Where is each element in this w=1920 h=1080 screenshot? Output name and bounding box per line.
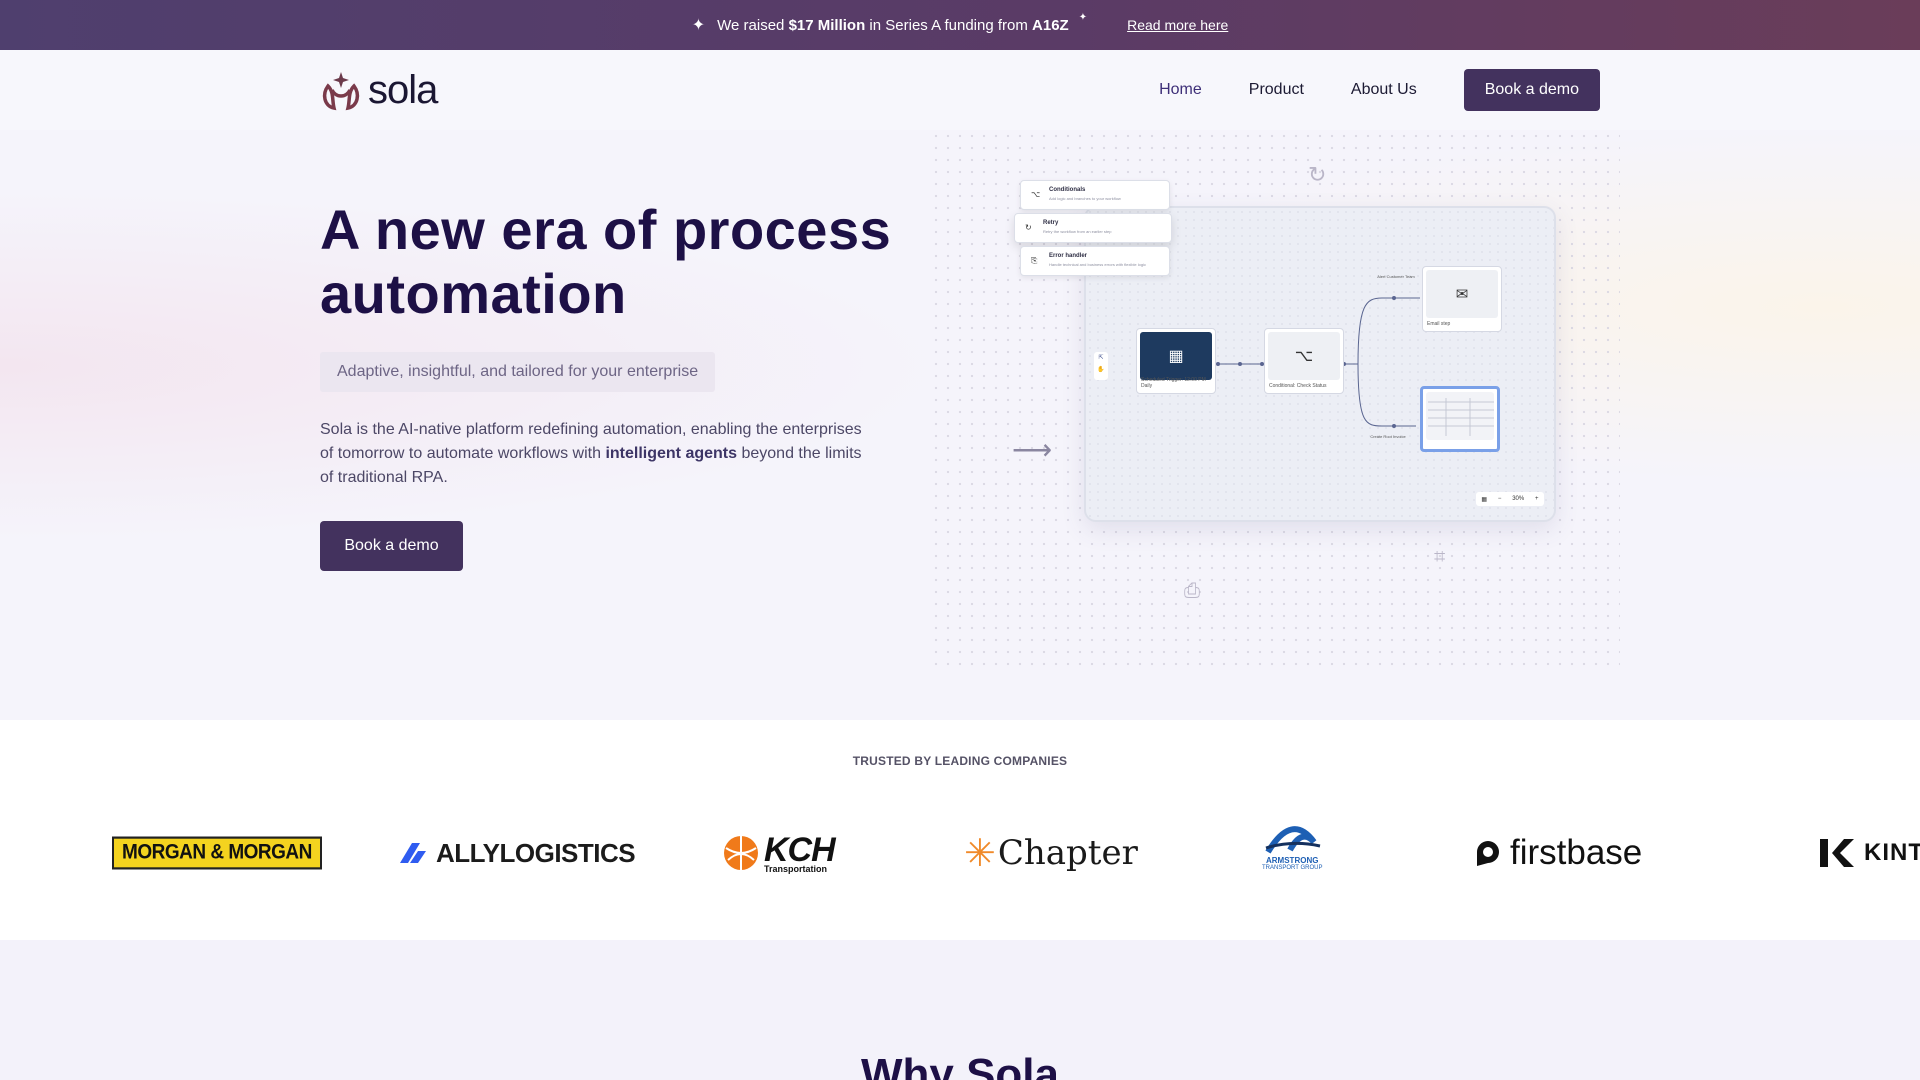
mail-icon: ✉ <box>1455 286 1469 303</box>
hero-tagline: Adaptive, insightful, and tailored for y… <box>320 352 716 392</box>
trusted-label: TRUSTED BY LEADING COMPANIES <box>852 754 1068 768</box>
logo-firstbase: firstbase <box>1474 828 1642 878</box>
logo-kch: KCH Transportation <box>722 828 836 878</box>
logo-ally-logistics: ALLYLOGISTICS <box>398 828 636 878</box>
node-email[interactable]: ✉ Email step <box>1422 266 1502 332</box>
nav-home[interactable]: Home <box>1159 81 1202 99</box>
armstrong-mark-icon <box>1265 826 1321 854</box>
announcement-banner: ✦ We raised $17 Million in Series A fund… <box>0 0 1920 50</box>
node-scheduled-trigger[interactable]: ▦ Scheduled Trigger: 12:00 PM Daily <box>1136 328 1216 394</box>
arrow-right-icon: ⟶ <box>1012 434 1053 465</box>
site-header: sola Home Product About Us Book a demo <box>0 50 1920 130</box>
logo-wordmark: sola <box>368 68 438 112</box>
sola-logo[interactable]: sola <box>320 68 438 112</box>
logo-chapter: ✳ Chapter <box>964 832 1138 875</box>
hero-description: Sola is the AI-native platform redefinin… <box>320 421 862 486</box>
main-nav: Home Product About Us Book a demo <box>1159 69 1600 111</box>
menu-card-error-handler[interactable]: ⎘ Error handler Handle technical and bus… <box>1020 246 1170 276</box>
hero-title: A new era of process automation <box>320 198 892 325</box>
zoom-controls[interactable]: ▦ − 30% + <box>1476 492 1544 506</box>
logo-morgan-and-morgan: MORGAN & MORGAN <box>112 828 322 878</box>
sola-logo-icon <box>322 72 360 111</box>
zoom-in-button[interactable]: + <box>1535 496 1539 502</box>
refresh-icon: ↻ <box>1308 162 1327 187</box>
nav-product[interactable]: Product <box>1249 81 1304 99</box>
menu-card-retry[interactable]: ↻ Retry Retry the workflow from an earli… <box>1014 213 1172 243</box>
read-more-link[interactable]: Read more here <box>1127 17 1228 33</box>
kints-mark-icon <box>1820 839 1854 867</box>
menu-card-conditionals[interactable]: ⌥ Conditionals Add logic and branches to… <box>1020 180 1170 210</box>
zoom-out-button[interactable]: − <box>1498 496 1502 502</box>
banner-text: We raised $17 Million in Series A fundin… <box>717 16 1069 34</box>
node-screenshot[interactable] <box>1420 386 1500 452</box>
error-handler-icon: ⎘ <box>1031 256 1038 265</box>
retry-icon: ↻ <box>1025 223 1032 232</box>
hero-book-demo-button[interactable]: Book a demo <box>320 521 463 571</box>
firstbase-mark-icon <box>1477 841 1499 866</box>
transform-icon: ⌗ <box>1434 546 1446 568</box>
kch-globe-icon <box>724 836 758 870</box>
logo-kints: KINTS <box>1818 828 1920 878</box>
trusted-section: TRUSTED BY LEADING COMPANIES MORGAN & MO… <box>0 720 1920 940</box>
zoom-level: 30% <box>1512 496 1525 502</box>
sparkle-icon: ✦ <box>691 17 706 34</box>
calendar-icon: ▦ <box>1168 348 1184 365</box>
why-title: Why Sola <box>860 1050 1060 1080</box>
node-conditional[interactable]: ⌥ Conditional: Check Status <box>1264 328 1344 394</box>
logo-armstrong: ARMSTRONG TRANSPORT GROUP <box>1262 820 1322 884</box>
header-book-demo-button[interactable]: Book a demo <box>1463 69 1600 111</box>
branch-icon: ⌥ <box>1294 348 1314 365</box>
export-icon: ⎙ <box>1184 580 1200 602</box>
minimap-icon[interactable]: ▦ <box>1481 496 1487 503</box>
ally-mark-icon <box>400 843 426 863</box>
asterisk-icon: ✳ <box>964 832 996 875</box>
nav-about-us[interactable]: About Us <box>1351 81 1417 99</box>
branch-icon: ⌥ <box>1031 190 1041 199</box>
side-toolbar[interactable]: ⇱ ✋ <box>1094 352 1108 380</box>
sparkle-small-icon: ✦ <box>1078 11 1088 23</box>
screenshot-thumbnail <box>1426 392 1494 440</box>
why-section: Why Sola <box>0 940 1920 1080</box>
